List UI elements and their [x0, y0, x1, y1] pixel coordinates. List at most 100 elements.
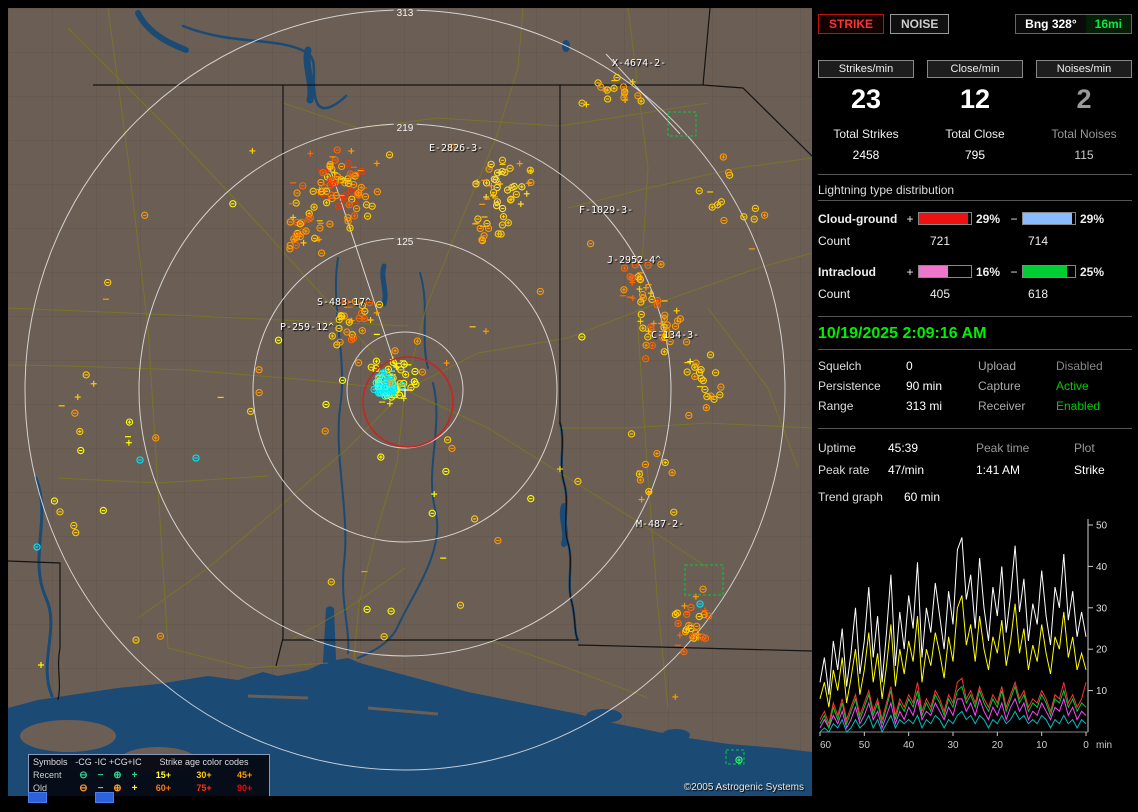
- cg-plus-bar: [918, 212, 972, 225]
- total-close-label: Total Close: [927, 127, 1023, 141]
- noise-toggle-button[interactable]: NOISE: [890, 14, 949, 34]
- svg-text:50: 50: [859, 740, 871, 751]
- range-ring-label: 313: [394, 8, 417, 19]
- age-code-label: 60+: [156, 782, 171, 795]
- svg-text:20: 20: [1096, 645, 1108, 656]
- map-legend: Symbols -CG -IC +CG +IC Strike age color…: [28, 754, 270, 796]
- range-label: Range: [818, 396, 906, 416]
- settings-row-squelch: Squelch 0 Upload Disabled: [818, 356, 1132, 376]
- strike-symbol-glyph: −: [92, 769, 109, 782]
- age-code-label: 15+: [156, 769, 171, 782]
- lightning-map[interactable]: 313219125 X-4674-2-E-2826-3-F-1029-3-J-2…: [8, 8, 812, 796]
- peak-rate-value: 47/min: [888, 459, 976, 481]
- storm-cell-label: E-2826-3-: [429, 143, 483, 154]
- noises-per-min-label: Noises/min: [1036, 60, 1132, 78]
- age-code-label: 90+: [237, 782, 252, 795]
- legend-header: Symbols -CG -IC +CG +IC Strike age color…: [33, 756, 265, 769]
- total-strikes-label: Total Strikes: [818, 127, 914, 141]
- total-strikes-value: 2458: [818, 148, 914, 162]
- close-per-min-value: 12: [927, 84, 1023, 115]
- persistence-value: 90 min: [906, 376, 978, 396]
- age-code-label: 30+: [196, 769, 211, 782]
- peak-time-label: Peak time: [976, 437, 1074, 459]
- minus-sign: −: [1008, 265, 1020, 279]
- plus-sign: +: [904, 212, 916, 226]
- ic-plus-pct: 16%: [974, 265, 1008, 279]
- cloud-ground-label: Cloud-ground: [818, 212, 904, 226]
- close-per-min-label: Close/min: [927, 60, 1023, 78]
- intracloud-row: Intracloud + 16% − 25%: [818, 260, 1132, 283]
- strike-symbol-glyph: ⊖: [75, 782, 92, 795]
- age-code-label: 45+: [237, 769, 252, 782]
- svg-text:40: 40: [1096, 562, 1108, 573]
- divider: [818, 174, 1132, 175]
- plot-label: Plot: [1074, 437, 1095, 459]
- count-label: Count: [818, 234, 930, 248]
- session-row-1: Uptime 45:39 Peak time Plot: [818, 437, 1132, 459]
- ic-minus-count: 618: [1028, 287, 1048, 301]
- control-panel: STRIKE NOISE Bng 328° 16mi Strikes/min 2…: [818, 14, 1132, 765]
- count-label: Count: [818, 287, 930, 301]
- svg-text:60: 60: [820, 740, 832, 751]
- legend-col-pos-cg: +CG: [109, 756, 126, 769]
- bearing-distance: 16mi: [1086, 15, 1131, 33]
- receiver-status: Enabled: [1056, 396, 1100, 416]
- divider: [818, 200, 1132, 201]
- capture-label: Capture: [978, 376, 1056, 396]
- total-noises: Total Noises 115: [1036, 127, 1132, 162]
- range-value: 313 mi: [906, 396, 978, 416]
- storm-cell-label: C-134-3-: [651, 330, 699, 341]
- ic-minus-pct: 25%: [1078, 265, 1112, 279]
- strike-symbol-glyph: ⊕: [109, 769, 126, 782]
- peak-rate-label: Peak rate: [818, 459, 888, 481]
- svg-text:20: 20: [992, 740, 1004, 751]
- strike-symbol-glyph: +: [126, 782, 143, 795]
- intracloud-label: Intracloud: [818, 265, 904, 279]
- minus-sign: −: [1008, 212, 1020, 226]
- capture-status: Active: [1056, 376, 1089, 396]
- total-noises-value: 115: [1036, 148, 1132, 162]
- storm-cell-label: X-4674-2-: [612, 58, 666, 69]
- divider: [818, 316, 1132, 317]
- upload-label: Upload: [978, 356, 1056, 376]
- legend-col-neg-ic: -IC: [92, 756, 109, 769]
- storm-cell-label: J-2952-4^: [607, 255, 661, 266]
- taskbar-fragment: [28, 792, 47, 803]
- ic-plus-bar: [918, 265, 972, 278]
- receiver-label: Receiver: [978, 396, 1056, 416]
- rate-boxes: Strikes/min 23 Close/min 12 Noises/min 2: [818, 60, 1132, 115]
- uptime-label: Uptime: [818, 437, 888, 459]
- session-row-2: Peak rate 47/min 1:41 AM Strike: [818, 459, 1132, 481]
- storm-cell-label: P-259-12^: [280, 322, 334, 333]
- distribution-title: Lightning type distribution: [818, 183, 1132, 197]
- bearing-value: Bng 328°: [1016, 15, 1085, 33]
- strikes-per-min-label: Strikes/min: [818, 60, 914, 78]
- strike-toggle-button[interactable]: STRIKE: [818, 14, 884, 34]
- cg-minus-pct: 29%: [1078, 212, 1112, 226]
- svg-text:10: 10: [1036, 740, 1048, 751]
- bearing-readout: Bng 328° 16mi: [1015, 14, 1132, 34]
- svg-text:10: 10: [1096, 686, 1108, 697]
- legend-symbols-title: Symbols: [33, 756, 75, 769]
- ic-plus-count: 405: [930, 287, 1028, 301]
- total-close-value: 795: [927, 148, 1023, 162]
- trend-graph-row: Trend graph 60 min: [818, 487, 1132, 507]
- totals-row: Total Strikes 2458 Total Close 795 Total…: [818, 127, 1132, 162]
- total-strikes: Total Strikes 2458: [818, 127, 914, 162]
- legend-rows: Recent⊖−⊕+15+30+45+Old⊖−⊕+60+75+90+: [33, 769, 265, 795]
- ic-minus-bar: [1022, 265, 1076, 278]
- squelch-value: 0: [906, 356, 978, 376]
- top-toolbar: STRIKE NOISE Bng 328° 16mi: [818, 14, 1132, 34]
- strike-symbol-glyph: +: [126, 769, 143, 782]
- svg-text:40: 40: [903, 740, 915, 751]
- plus-sign: +: [904, 265, 916, 279]
- cg-minus-count: 714: [1028, 234, 1048, 248]
- range-ring-label: 125: [394, 237, 417, 248]
- divider: [818, 428, 1132, 429]
- cg-minus-bar: [1022, 212, 1076, 225]
- svg-text:30: 30: [947, 740, 959, 751]
- trend-graph-window: 60 min: [904, 487, 940, 507]
- noises-per-min: Noises/min 2: [1036, 60, 1132, 115]
- storm-cell-label: F-1029-3-: [579, 205, 633, 216]
- svg-text:0: 0: [1083, 740, 1089, 751]
